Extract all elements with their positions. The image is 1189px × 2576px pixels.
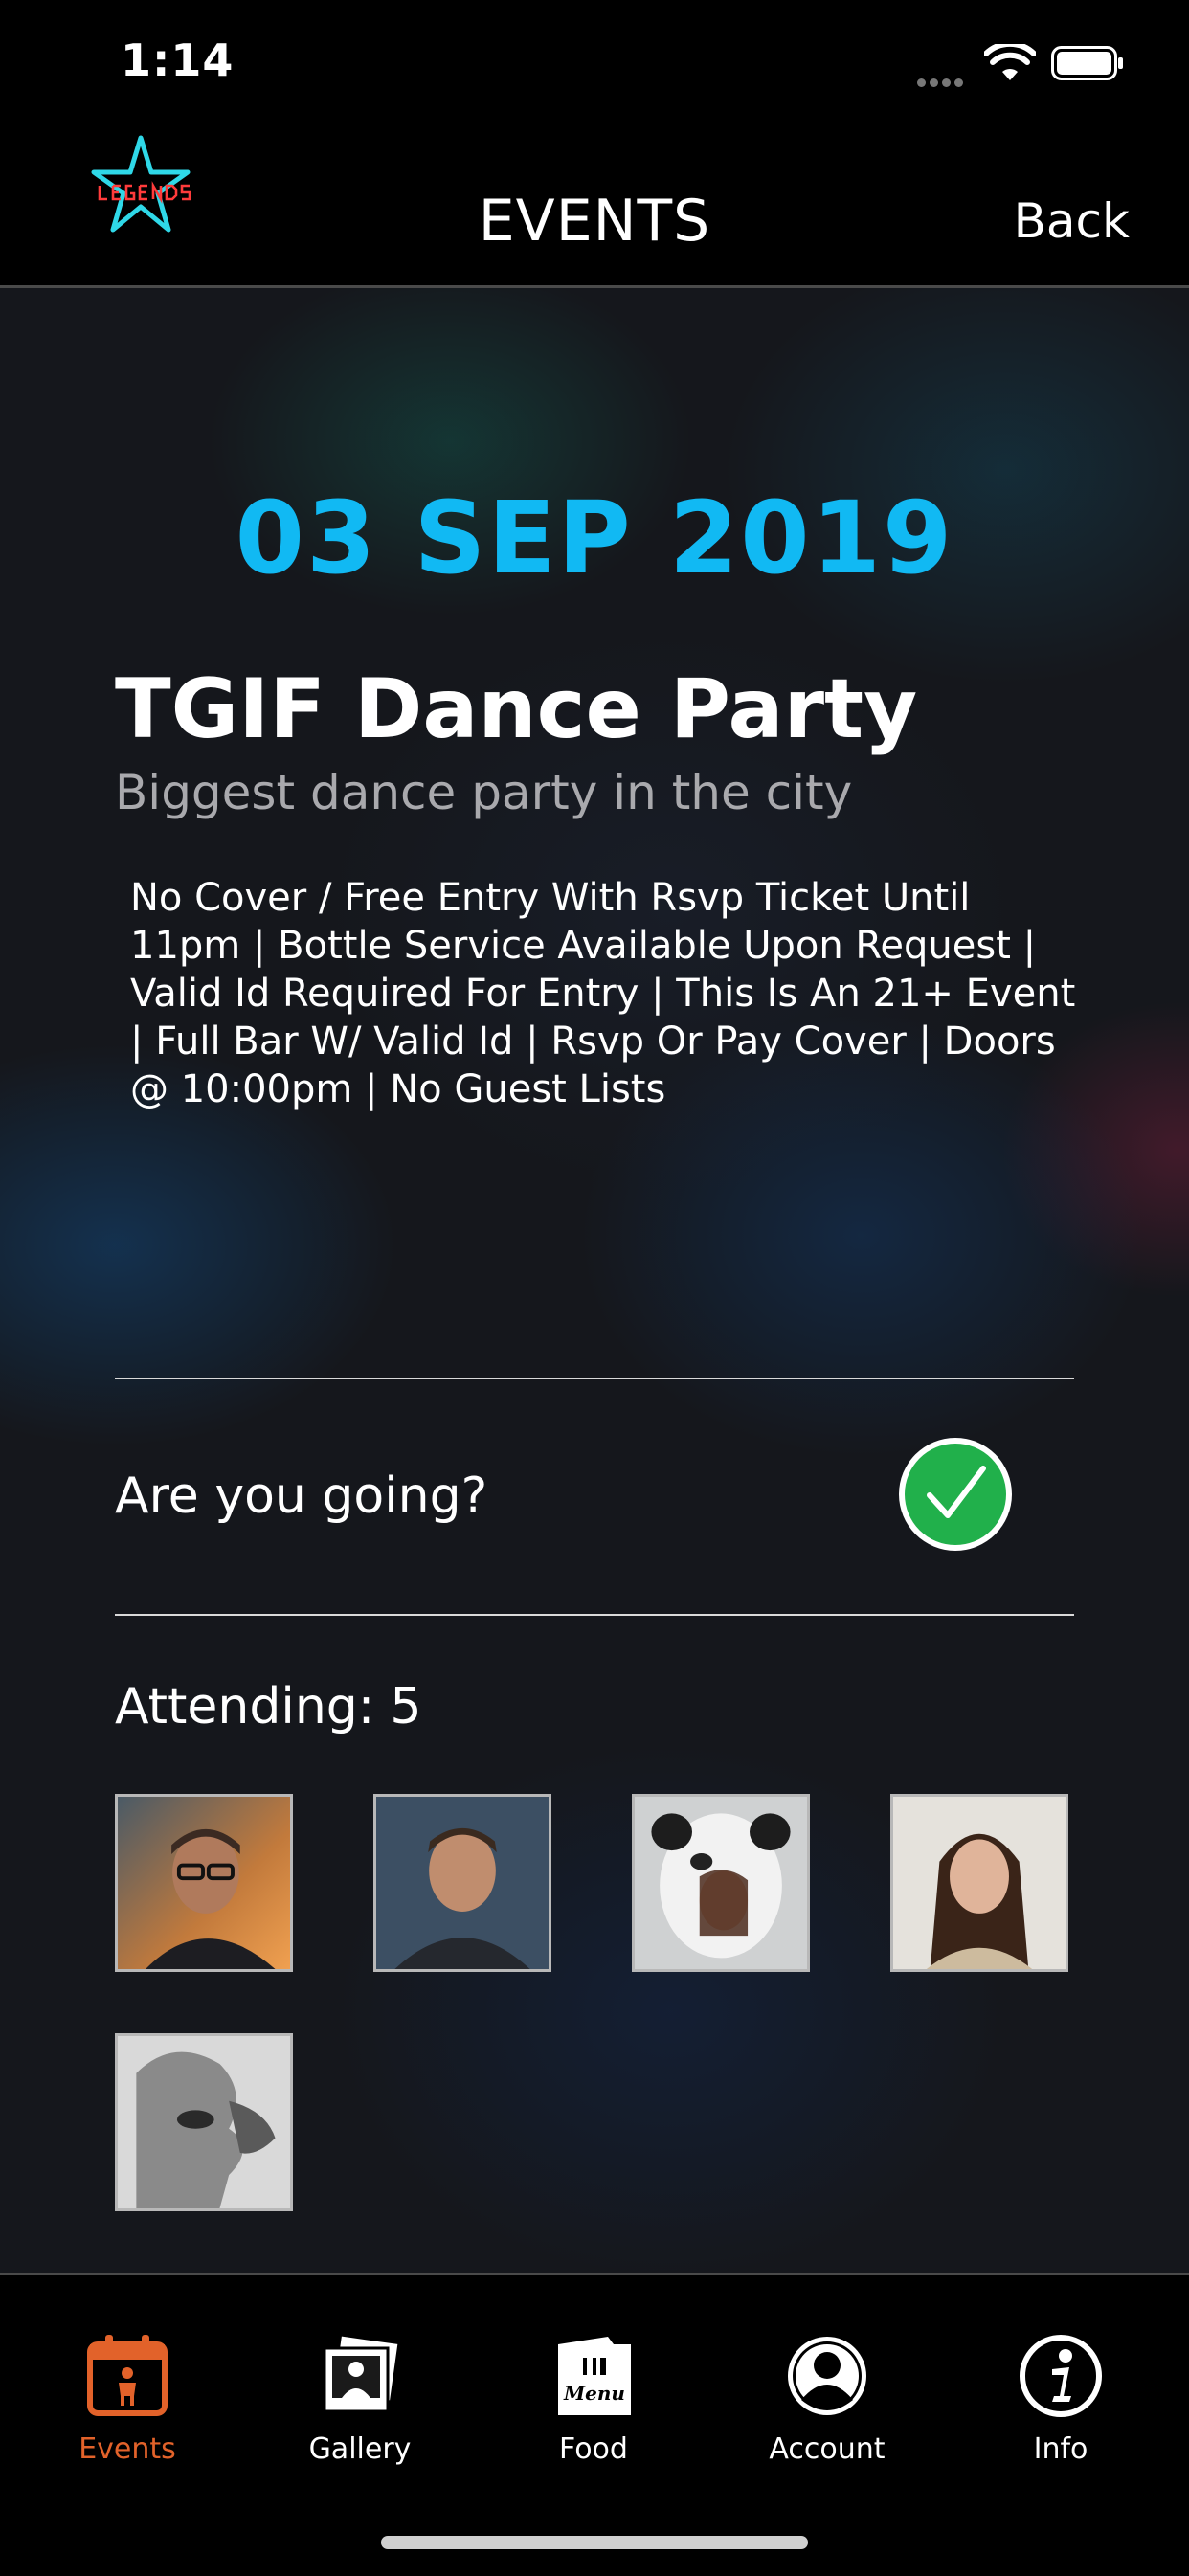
person-photo-icon xyxy=(118,1797,290,1969)
back-button[interactable]: Back xyxy=(1014,193,1130,249)
attendee-avatar[interactable] xyxy=(890,1794,1068,1972)
tab-bar: Events Gallery Menu Food Account Info xyxy=(0,2273,1189,2576)
navigation-bar: EVENTS Back xyxy=(0,134,1189,288)
attendee-avatar[interactable] xyxy=(632,1794,810,1972)
event-date: 03 SEP 2019 xyxy=(235,480,954,596)
person-photo-icon xyxy=(118,2036,290,2208)
tab-label: Account xyxy=(769,2432,886,2466)
battery-icon xyxy=(1051,46,1123,80)
calendar-icon xyxy=(87,2335,168,2416)
status-time: 1:14 xyxy=(121,34,235,86)
attending-label: Attending: xyxy=(115,1678,375,1736)
divider xyxy=(115,1378,1074,1379)
tab-food[interactable]: Menu Food xyxy=(498,2333,689,2476)
page-title: EVENTS xyxy=(478,188,711,255)
status-bar: 1:14 xyxy=(0,0,1189,134)
menu-icon: Menu xyxy=(558,2337,631,2415)
photos-icon xyxy=(323,2333,401,2413)
tab-label: Food xyxy=(559,2432,628,2466)
attendee-avatar[interactable] xyxy=(115,2033,293,2211)
event-description: No Cover / Free Entry With Rsvp Ticket U… xyxy=(130,876,1076,1111)
tab-label: Gallery xyxy=(308,2432,412,2466)
wifi-icon xyxy=(984,44,1036,80)
attending-count: 5 xyxy=(390,1678,422,1736)
info-icon xyxy=(1020,2335,1102,2417)
tab-label: Events xyxy=(79,2432,176,2466)
svg-text:Menu: Menu xyxy=(563,2382,625,2405)
event-title: TGIF Dance Party xyxy=(115,661,918,757)
divider xyxy=(115,1614,1074,1616)
attendee-avatar[interactable] xyxy=(373,1794,551,1972)
person-photo-icon xyxy=(893,1797,1066,1969)
person-photo-icon xyxy=(376,1797,549,1969)
tab-events[interactable]: Events xyxy=(32,2333,223,2476)
account-icon xyxy=(788,2337,866,2415)
rsvp-question: Are you going? xyxy=(115,1467,488,1525)
person-photo-icon xyxy=(635,1797,807,1969)
tab-account[interactable]: Account xyxy=(731,2333,923,2476)
tab-info[interactable]: Info xyxy=(965,2333,1156,2476)
event-detail: 03 SEP 2019 TGIF Dance Party Biggest dan… xyxy=(0,288,1189,2273)
attending-summary: Attending: 5 xyxy=(115,1678,421,1736)
cellular-signal-icon xyxy=(917,73,975,87)
tab-gallery[interactable]: Gallery xyxy=(264,2333,456,2476)
home-indicator[interactable] xyxy=(381,2536,808,2549)
tab-label: Info xyxy=(1033,2432,1088,2466)
going-check-button[interactable] xyxy=(895,1434,1016,1555)
attendee-avatar[interactable] xyxy=(115,1794,293,1972)
event-subtitle: Biggest dance party in the city xyxy=(115,765,853,820)
